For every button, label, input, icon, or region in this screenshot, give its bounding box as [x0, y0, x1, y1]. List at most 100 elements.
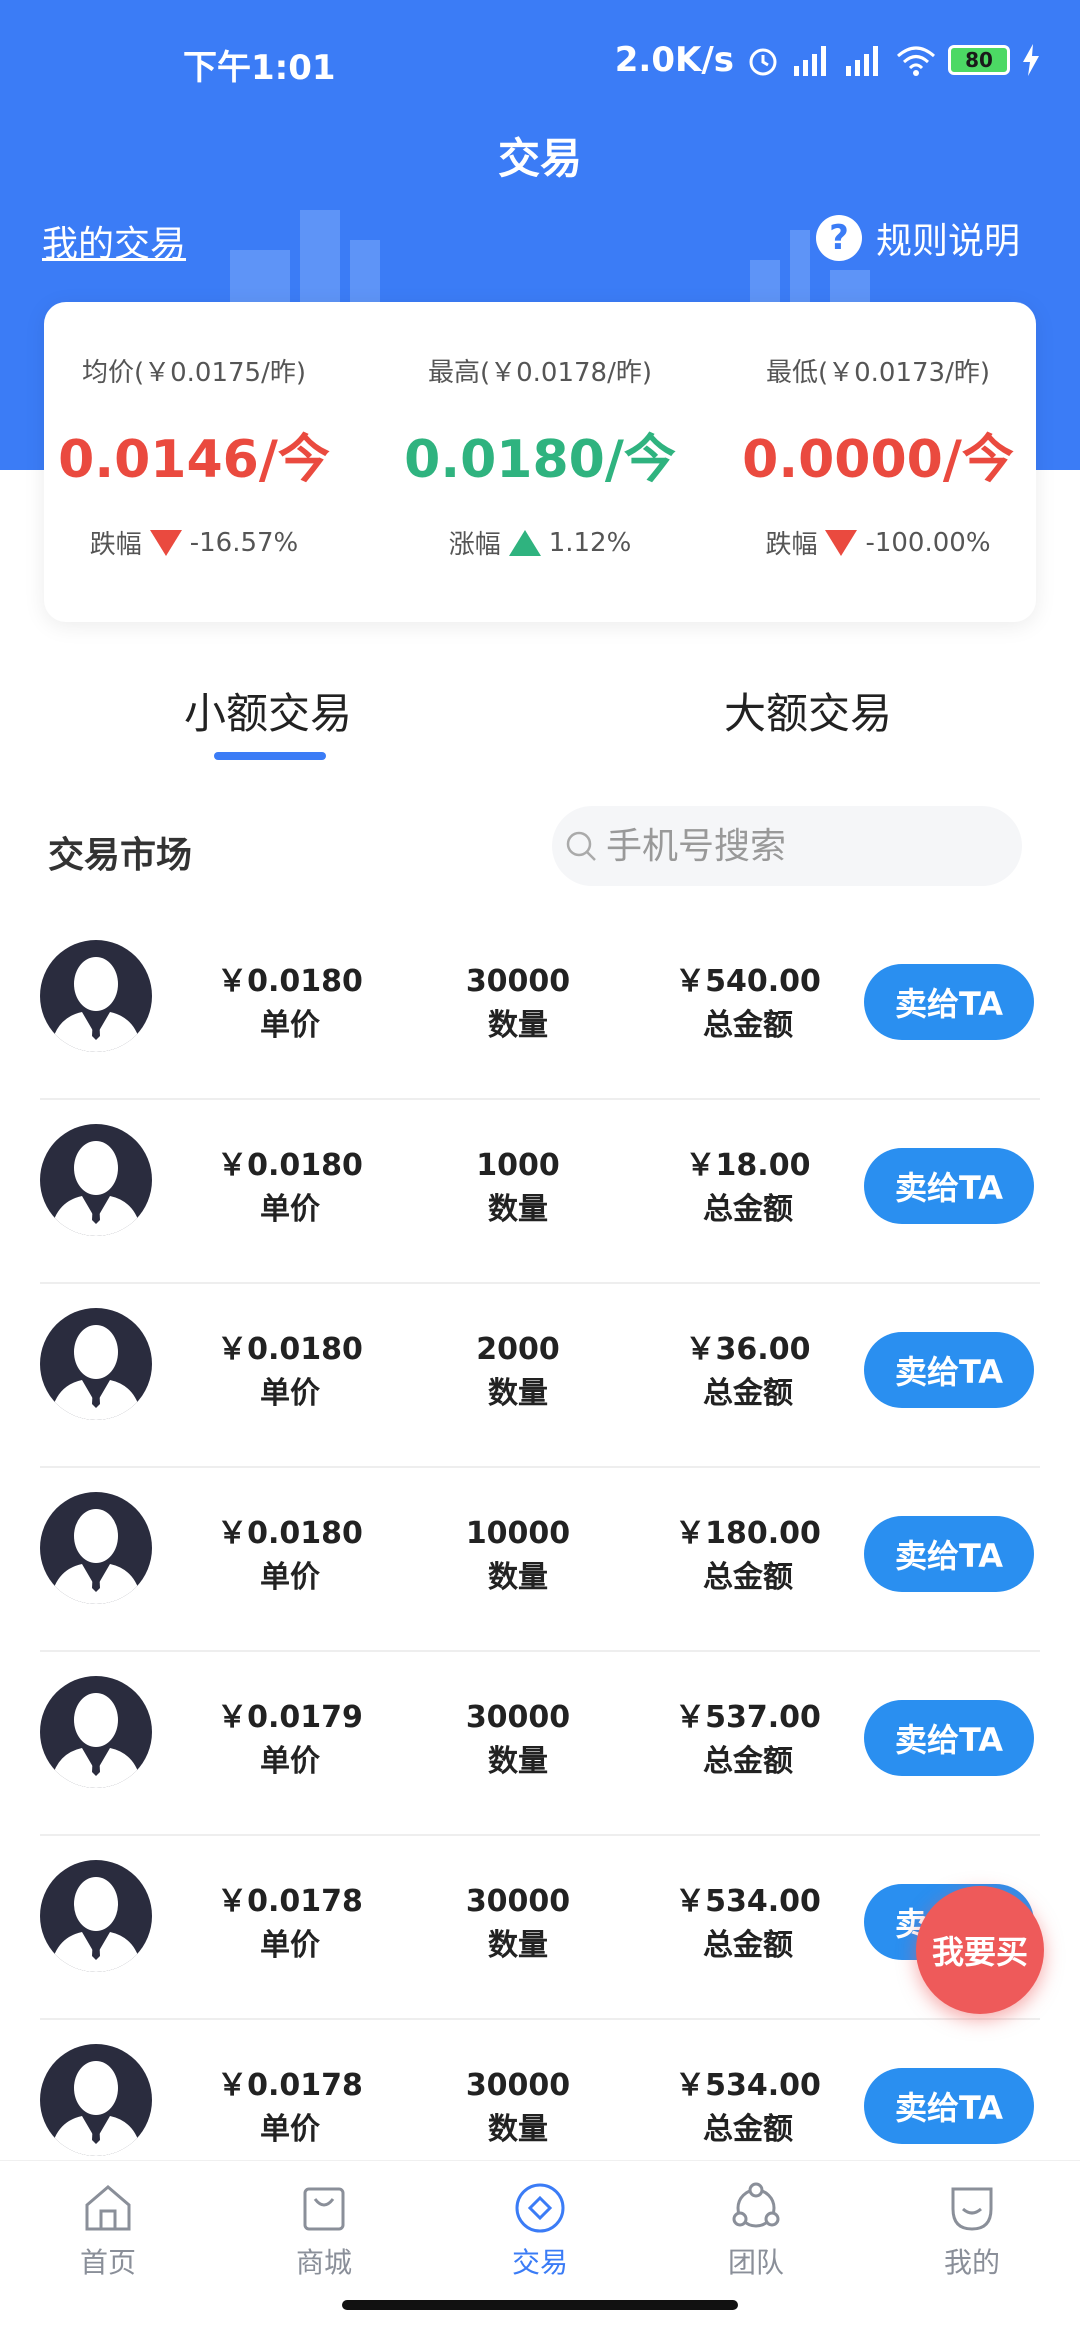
list-item: ￥0.0180 单价 1000 数量 ￥18.00 总金额 卖给TA [40, 1100, 1040, 1284]
tabbar-item-trade[interactable]: 交易 [465, 2181, 615, 2281]
sell-button[interactable]: 卖给TA [864, 1148, 1034, 1224]
change-value: 1.12% [548, 527, 632, 558]
avatar [40, 2044, 152, 2156]
change-label: 涨幅 [448, 530, 501, 560]
total-amount: ￥537.00 总金额 [675, 1700, 821, 1779]
stat-label: 最高(￥0.0178/昨) [427, 358, 653, 388]
charging-icon [1023, 44, 1039, 76]
quantity: 2000 数量 [476, 1332, 560, 1411]
tabbar-label: 我的 [943, 2246, 1000, 2279]
avatar [40, 1676, 152, 1788]
change-value: -100.00% [865, 527, 991, 558]
stat-change: 跌幅 -100.00% [728, 524, 1028, 561]
user-avatar-icon [50, 1325, 142, 1420]
total-amount: ￥36.00 总金额 [685, 1332, 811, 1411]
unit-price: ￥0.0178 单价 [217, 2068, 363, 2147]
home-icon [85, 2185, 131, 2231]
status-bar: 下午1:01 2.0K/s 80 [0, 30, 1080, 90]
stat-label: 均价(￥0.0175/昨) [81, 358, 307, 388]
quantity: 30000 数量 [465, 2068, 571, 2147]
question-icon: ? [815, 215, 862, 261]
avatar [40, 1492, 152, 1604]
tab-large-trade[interactable]: 大额交易 [724, 680, 892, 741]
unit-price: ￥0.0180 单价 [217, 964, 363, 1043]
tabbar-label: 商城 [295, 2246, 352, 2279]
user-avatar-icon [50, 957, 142, 1052]
user-avatar-icon [50, 2061, 142, 2156]
price-stats-card: 均价(￥0.0175/昨) 0.0146/今 跌幅 -16.57% 最高(￥0.… [44, 302, 1036, 622]
stat-value: 0.0000/今 [742, 430, 1014, 490]
search-input[interactable] [606, 825, 986, 867]
order-list: ￥0.0180 单价 30000 数量 ￥540.00 总金额 卖给TA ￥0.018… [40, 916, 1040, 2204]
tabbar-item-team[interactable]: 团队 [681, 2181, 831, 2281]
signal-hd-icon [846, 46, 878, 76]
stat-average: 均价(￥0.0175/昨) 0.0146/今 跌幅 -16.57% [44, 352, 344, 561]
home-indicator[interactable] [342, 2300, 738, 2310]
tabbar-item-mall[interactable]: 商城 [249, 2181, 399, 2281]
tabbar-label: 团队 [727, 2246, 784, 2279]
user-avatar-icon [50, 1877, 142, 1972]
total-amount: ￥534.00 总金额 [675, 2068, 821, 2147]
trade-tabs: 小额交易 大额交易 [0, 680, 1080, 770]
down-triangle-icon [825, 529, 858, 556]
sell-button[interactable]: 卖给TA [864, 1332, 1034, 1408]
rules-button[interactable]: ? 规则说明 [815, 212, 1020, 264]
user-avatar-icon [50, 1509, 142, 1604]
avatar [40, 1308, 152, 1420]
list-item: ￥0.0180 单价 2000 数量 ￥36.00 总金额 卖给TA [40, 1284, 1040, 1468]
change-value: -16.57% [189, 527, 299, 558]
total-amount: ￥540.00 总金额 [675, 964, 821, 1043]
tab-small-trade[interactable]: 小额交易 [184, 680, 352, 741]
quantity: 30000 数量 [465, 1700, 571, 1779]
rules-label: 规则说明 [875, 221, 1020, 262]
tabbar-item-mine[interactable]: 我的 [897, 2181, 1047, 2281]
list-item: ￥0.0179 单价 30000 数量 ￥537.00 总金额 卖给TA [40, 1652, 1040, 1836]
unit-price: ￥0.0178 单价 [217, 1884, 363, 1963]
page-title: 交易 [497, 134, 582, 183]
trade-icon [515, 2183, 565, 2233]
unit-price: ￥0.0180 单价 [217, 1516, 363, 1595]
quantity: 10000 数量 [465, 1516, 571, 1595]
market-title: 交易市场 [48, 835, 193, 876]
status-time: 下午1:01 [183, 48, 336, 88]
avatar [40, 1124, 152, 1236]
tabbar-item-home[interactable]: 首页 [33, 2181, 183, 2281]
stat-value: 0.0180/今 [404, 430, 676, 490]
profile-icon [951, 2187, 993, 2231]
unit-price: ￥0.0179 单价 [217, 1700, 363, 1779]
down-triangle-icon [149, 529, 182, 556]
up-triangle-icon [508, 529, 541, 556]
unit-price: ￥0.0180 单价 [217, 1148, 363, 1227]
sell-button[interactable]: 卖给TA [864, 1516, 1034, 1592]
stat-high: 最高(￥0.0178/昨) 0.0180/今 涨幅 1.12% [390, 352, 690, 561]
avatar [40, 940, 152, 1052]
wifi-icon [897, 46, 935, 76]
stat-low: 最低(￥0.0173/昨) 0.0000/今 跌幅 -100.00% [728, 352, 1028, 561]
search-box[interactable] [552, 806, 1022, 886]
alarm-icon [749, 48, 777, 76]
sell-button[interactable]: 卖给TA [864, 964, 1034, 1040]
search-icon [566, 831, 596, 861]
signal-icon [794, 46, 826, 76]
change-label: 跌幅 [89, 530, 142, 560]
stat-label: 最低(￥0.0173/昨) [765, 358, 991, 388]
avatar [40, 1860, 152, 1972]
total-amount: ￥534.00 总金额 [675, 1884, 821, 1963]
sell-button[interactable]: 卖给TA [864, 1700, 1034, 1776]
stat-change: 涨幅 1.12% [390, 524, 690, 561]
user-avatar-icon [50, 1141, 142, 1236]
tabbar-label: 首页 [79, 2246, 136, 2279]
network-speed: 2.0K/s [614, 40, 734, 80]
quantity: 30000 数量 [465, 964, 571, 1043]
buy-fab-button[interactable]: 我要买 [916, 1886, 1044, 2014]
quantity: 30000 数量 [465, 1884, 571, 1963]
total-amount: ￥18.00 总金额 [685, 1148, 811, 1227]
sell-button[interactable]: 卖给TA [864, 2068, 1034, 2144]
change-label: 跌幅 [765, 530, 818, 560]
my-trade-link[interactable]: 我的交易 [42, 215, 186, 267]
list-item: ￥0.0180 单价 30000 数量 ￥540.00 总金额 卖给TA [40, 916, 1040, 1100]
battery-icon: 80 [948, 45, 1010, 75]
battery-level: 80 [965, 48, 993, 72]
stat-value: 0.0146/今 [58, 430, 330, 490]
tabbar-label: 交易 [511, 2246, 568, 2279]
